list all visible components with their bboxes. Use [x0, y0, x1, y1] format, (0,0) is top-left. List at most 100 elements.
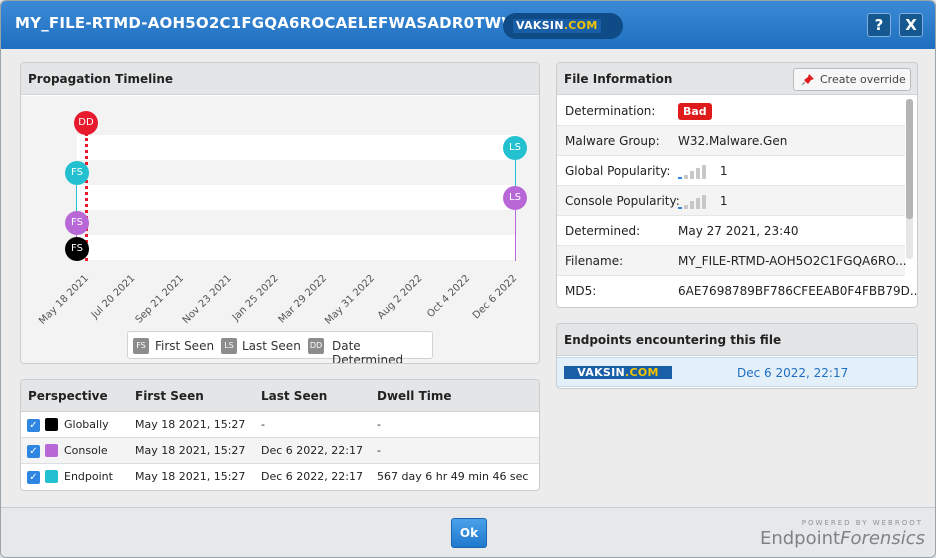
- timeline-chart: DD FS FS FS LS LS May 18 2021 Jul 20 202…: [21, 96, 539, 363]
- filename-value: MY_FILE-RTMD-AOH5O2C1FGQA6RO...: [678, 254, 907, 268]
- dwell-time-cell: -: [377, 418, 381, 431]
- timeline-legend: FS First Seen LS Last Seen DD Date Deter…: [127, 331, 433, 363]
- x-tick-label: Mar 29 2022: [276, 273, 329, 326]
- console-popularity-label: Console Popularity:: [565, 194, 680, 208]
- marker-date-determined[interactable]: DD: [74, 111, 98, 135]
- list-item[interactable]: VAKSIN.COM Dec 6 2022, 22:17: [557, 357, 917, 387]
- vaksin-logo: VAKSIN.COM: [513, 19, 601, 33]
- x-tick-label: May 31 2022: [322, 273, 377, 327]
- global-popularity-number: 1: [719, 164, 728, 178]
- product-logo: EndpointForensics: [759, 528, 925, 549]
- timeline-band: [77, 235, 517, 260]
- scrollbar-thumb[interactable]: [906, 99, 913, 219]
- global-popularity-label: Global Popularity:: [565, 164, 671, 178]
- malware-group-row: Malware Group: W32.Malware.Gen: [557, 126, 905, 156]
- window-title: MY_FILE-RTMD-AOH5O2C1FGQA6ROCAELEFWASADR…: [15, 14, 569, 32]
- timeline-band: [77, 135, 517, 160]
- legend-first-seen-label: First Seen: [155, 339, 215, 353]
- perspective-panel: Perspective First Seen Last Seen Dwell T…: [20, 379, 540, 491]
- determined-label: Determined:: [565, 224, 641, 238]
- malware-group-label: Malware Group:: [565, 134, 660, 148]
- header-last-seen: Last Seen: [261, 389, 328, 403]
- pushpin-icon: [801, 74, 814, 86]
- powered-by-text: POWERED BY WEBROOT: [801, 519, 923, 527]
- propagation-timeline-panel: Propagation Timeline DD FS FS FS LS LS M…: [20, 62, 540, 364]
- perspective-name: Console: [64, 444, 108, 457]
- md5-row: MD5: 6AE7698789BF786CFEEAB0F4FBB79D...: [557, 276, 917, 306]
- globally-checkbox[interactable]: ✓: [27, 419, 40, 432]
- console-span-line: [515, 210, 516, 261]
- endpoints-panel: Endpoints encountering this file VAKSIN.…: [556, 323, 918, 389]
- last-seen-cell: -: [261, 418, 265, 431]
- file-info-list: Determination: Bad Malware Group: W32.Ma…: [557, 96, 917, 306]
- global-popularity-row: Global Popularity: 1: [557, 156, 905, 186]
- first-seen-cell: May 18 2021, 15:27: [135, 444, 246, 457]
- create-override-label: Create override: [820, 73, 906, 86]
- determination-value: Bad: [678, 96, 712, 126]
- console-checkbox[interactable]: ✓: [27, 445, 40, 458]
- file-information-panel: File Information Create override Determi…: [556, 62, 918, 308]
- dwell-time-cell: 567 day 6 hr 49 min 46 sec: [377, 470, 529, 483]
- x-tick-label: Dec 6 2022: [471, 273, 520, 322]
- timeline-title: Propagation Timeline: [21, 63, 539, 95]
- perspective-name: Endpoint: [64, 470, 113, 483]
- x-tick-label: Jan 25 2022: [230, 273, 281, 324]
- vaksin-badge: VAKSIN.COM: [503, 13, 623, 39]
- marker-endpoint-first-seen[interactable]: FS: [65, 161, 89, 185]
- console-popularity-row: Console Popularity: 1: [557, 186, 905, 216]
- signal-bars-icon: [678, 194, 716, 210]
- x-tick-label: Aug 2 2022: [376, 273, 425, 322]
- x-tick-label: Oct 4 2022: [424, 273, 472, 321]
- first-seen-cell: May 18 2021, 15:27: [135, 418, 246, 431]
- marker-global-first-seen[interactable]: FS: [65, 237, 89, 261]
- perspective-name: Globally: [64, 418, 109, 431]
- legend-last-seen-label: Last Seen: [242, 339, 301, 353]
- console-color-swatch: [45, 444, 58, 457]
- vaksin-logo: VAKSIN.COM: [564, 366, 672, 379]
- determined-value: May 27 2021, 23:40: [678, 224, 799, 238]
- help-button[interactable]: ?: [867, 13, 891, 37]
- filename-row: Filename: MY_FILE-RTMD-AOH5O2C1FGQA6RO..…: [557, 246, 907, 276]
- malware-group-value: W32.Malware.Gen: [678, 134, 788, 148]
- md5-label: MD5:: [565, 284, 597, 298]
- endpoints-title: Endpoints encountering this file: [557, 324, 917, 356]
- create-override-button[interactable]: Create override: [793, 68, 911, 91]
- legend-date-determined-label: Date Determined: [332, 339, 404, 364]
- marker-console-first-seen[interactable]: FS: [65, 211, 89, 235]
- x-tick-label: Jul 20 2021: [89, 273, 138, 321]
- x-tick-label: Sep 21 2021: [133, 273, 186, 326]
- endpoint-date: Dec 6 2022, 22:17: [737, 366, 849, 380]
- file-info-scrollbar[interactable]: [906, 99, 913, 259]
- legend-first-seen-icon: FS: [133, 338, 149, 354]
- header-perspective: Perspective: [28, 389, 108, 403]
- console-popularity-number: 1: [719, 194, 728, 208]
- endpoint-checkbox[interactable]: ✓: [27, 471, 40, 484]
- table-row: ✓ Endpoint May 18 2021, 15:27 Dec 6 2022…: [21, 464, 539, 490]
- md5-value: 6AE7698789BF786CFEEAB0F4FBB79D...: [678, 284, 918, 298]
- console-popularity-value: 1: [678, 186, 727, 216]
- header-first-seen: First Seen: [135, 389, 204, 403]
- endpoint-color-swatch: [45, 470, 58, 483]
- table-row: ✓ Globally May 18 2021, 15:27 - -: [21, 412, 539, 438]
- determination-label: Determination:: [565, 104, 656, 118]
- x-tick-label: Nov 23 2021: [180, 273, 234, 327]
- dwell-time-cell: -: [377, 444, 381, 457]
- file-details-dialog: MY_FILE-RTMD-AOH5O2C1FGQA6ROCAELEFWASADR…: [0, 0, 936, 558]
- close-button[interactable]: X: [899, 13, 923, 37]
- legend-date-determined-icon: DD: [308, 338, 324, 354]
- perspective-table: Perspective First Seen Last Seen Dwell T…: [21, 380, 539, 490]
- ok-button[interactable]: Ok: [451, 518, 487, 548]
- bad-status-badge: Bad: [678, 103, 712, 120]
- marker-endpoint-last-seen[interactable]: LS: [503, 136, 527, 160]
- first-seen-cell: May 18 2021, 15:27: [135, 470, 246, 483]
- global-popularity-value: 1: [678, 156, 727, 186]
- signal-bars-icon: [678, 164, 716, 180]
- determination-row: Determination: Bad: [557, 96, 905, 126]
- last-seen-cell: Dec 6 2022, 22:17: [261, 470, 363, 483]
- last-seen-cell: Dec 6 2022, 22:17: [261, 444, 363, 457]
- filename-label: Filename:: [565, 254, 624, 268]
- marker-console-last-seen[interactable]: LS: [503, 186, 527, 210]
- header-dwell-time: Dwell Time: [377, 389, 452, 403]
- dialog-footer: Ok POWERED BY WEBROOT EndpointForensics: [1, 507, 935, 557]
- perspective-header-row: Perspective First Seen Last Seen Dwell T…: [21, 380, 539, 412]
